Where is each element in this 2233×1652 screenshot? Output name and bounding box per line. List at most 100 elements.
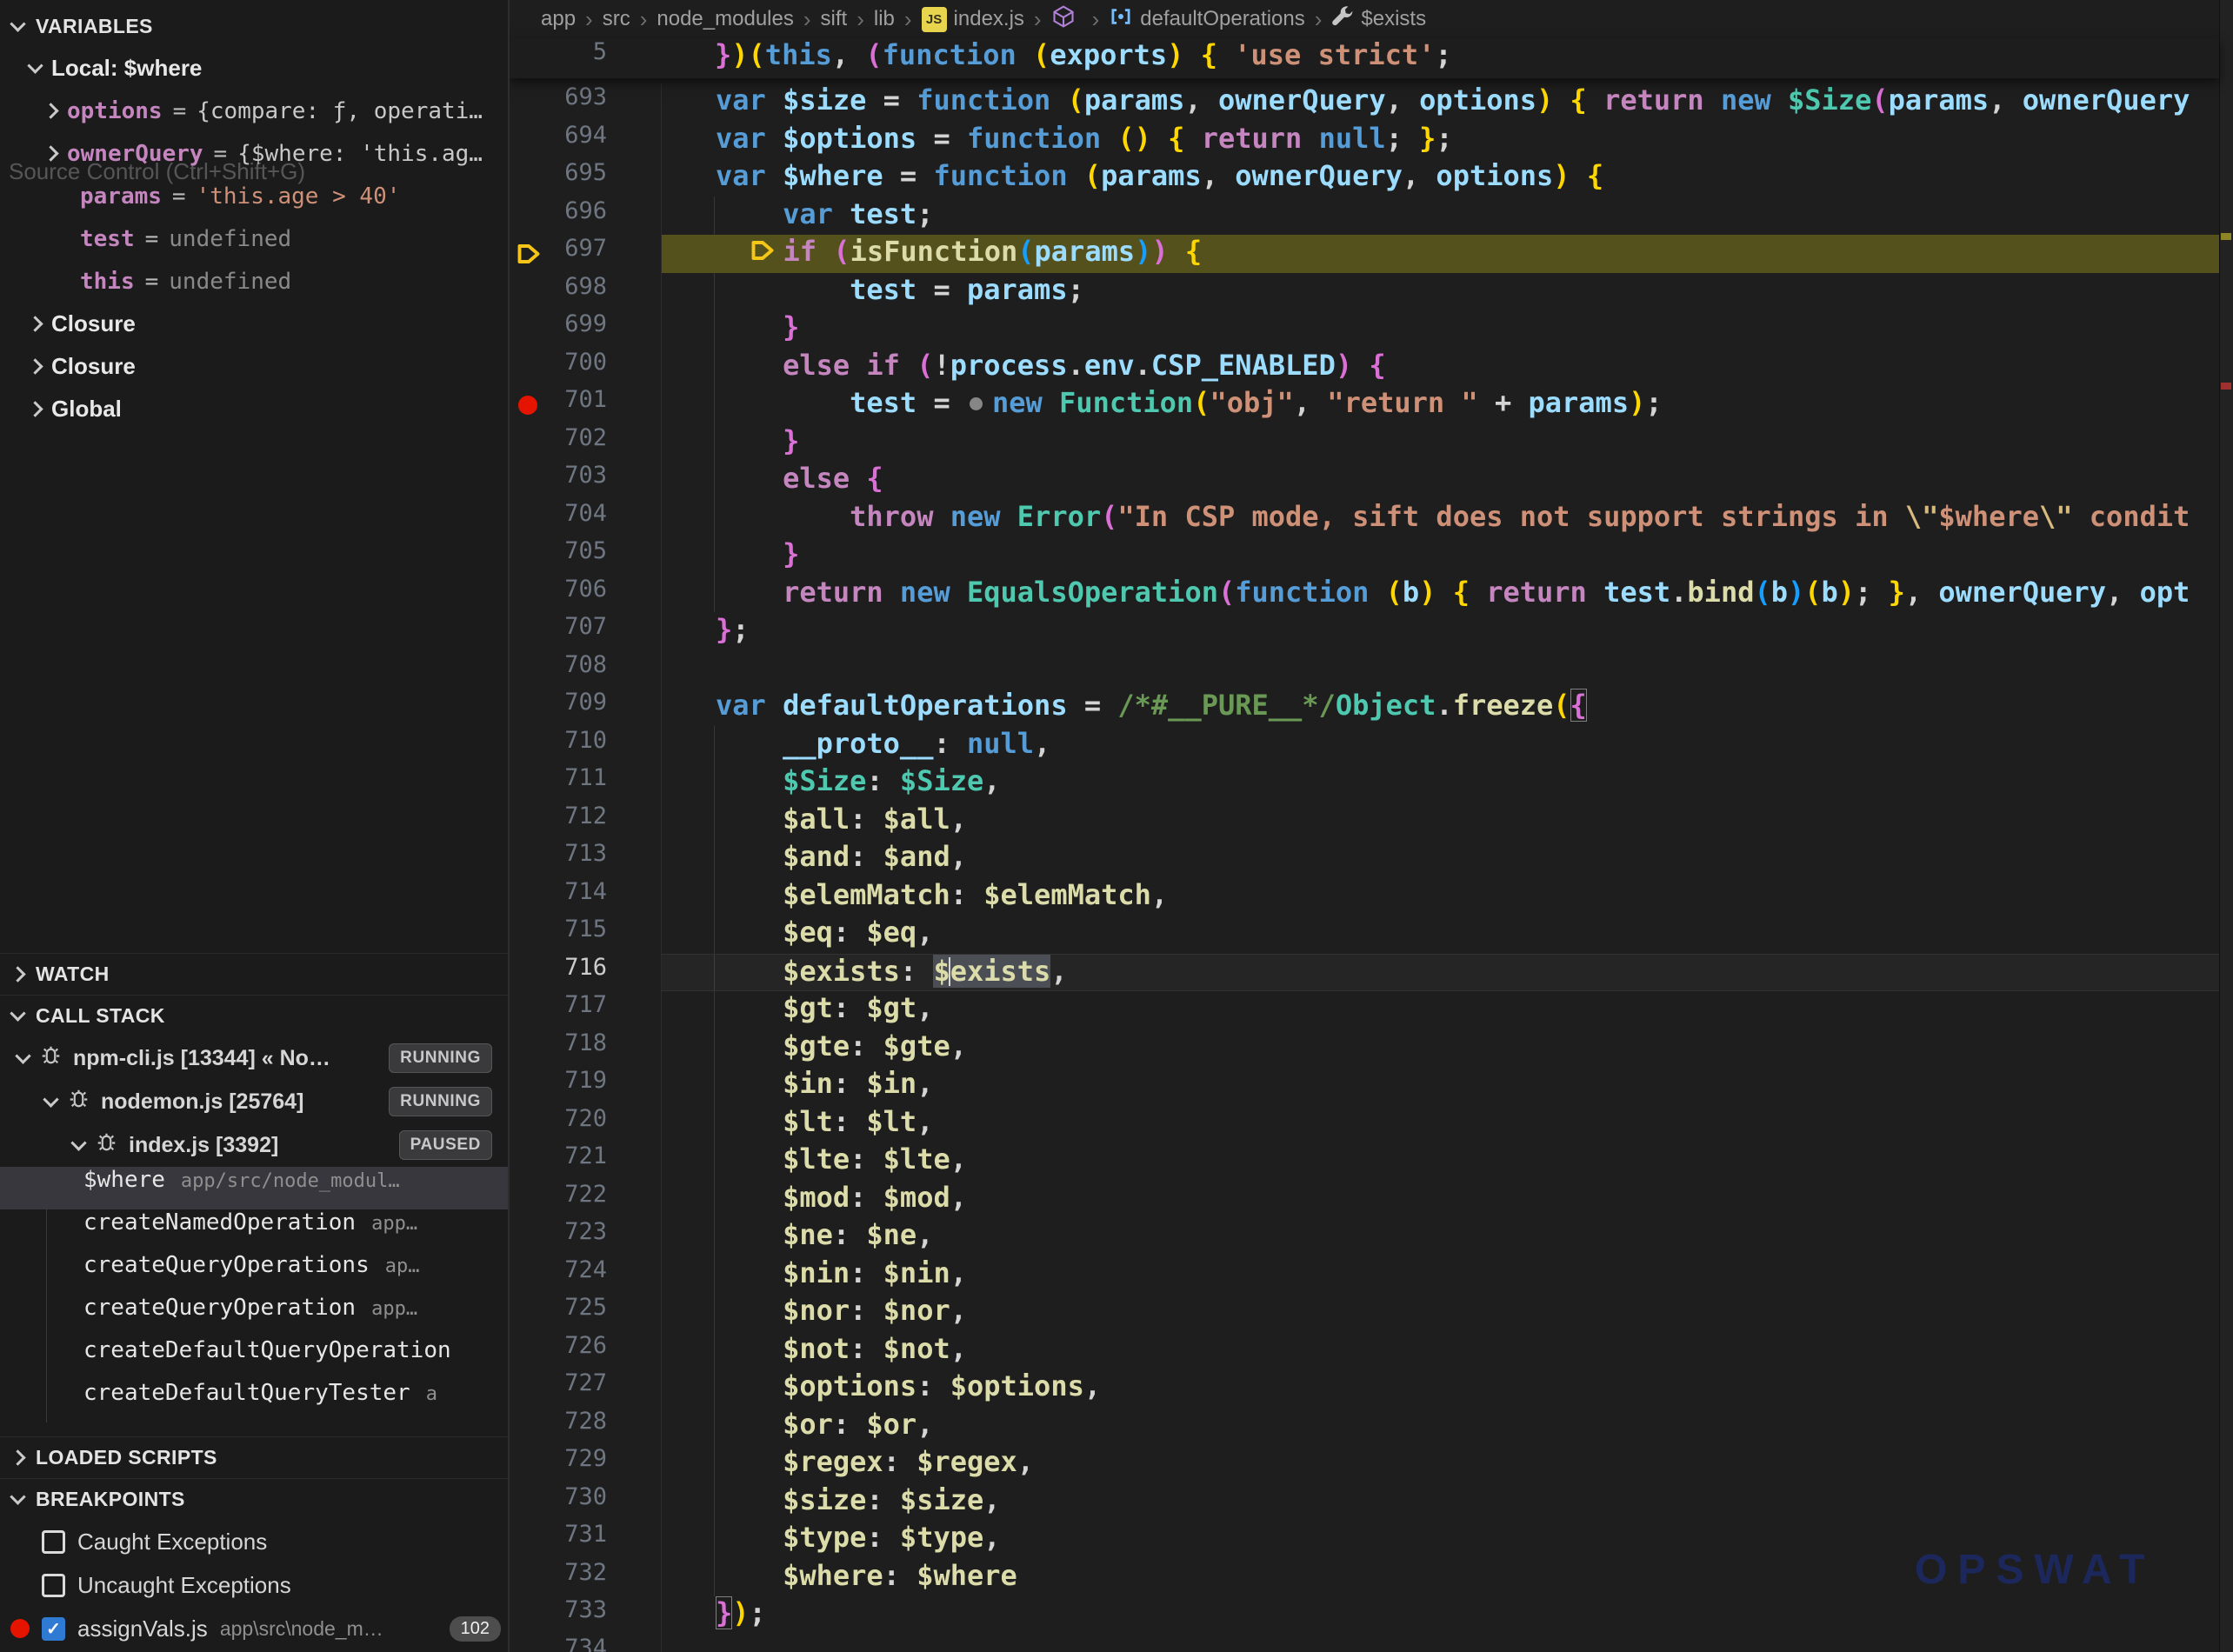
glyph-margin[interactable] [510,1294,551,1332]
code-line-711[interactable]: 711 $Size: $Size, [510,764,2219,803]
stack-frame-createQueryOperations[interactable]: createQueryOperationsap… [0,1252,508,1295]
code-line-695[interactable]: 695var $where = function (params, ownerQ… [510,159,2219,197]
breakpoint-row[interactable]: ✓assignVals.jsapp\src\node_m…102 [0,1607,508,1650]
variables-section-header[interactable]: VARIABLES [0,5,508,47]
code-line-710[interactable]: 710 __proto__: null, [510,727,2219,765]
code-line-717[interactable]: 717 $gt: $gt, [510,991,2219,1029]
glyph-margin[interactable] [510,424,551,463]
glyph-margin[interactable] [510,954,551,992]
code-line-733[interactable]: 733}); [510,1596,2219,1635]
code-line-693[interactable]: 693var $size = function (params, ownerQu… [510,83,2219,122]
code-line-696[interactable]: 696 var test; [510,197,2219,236]
glyph-margin[interactable] [510,1559,551,1597]
editor-scrollbar[interactable] [2219,0,2233,1652]
scope-row-closure[interactable]: Closure [0,303,508,345]
stack-frame-createDefaultQueryOperation[interactable]: createDefaultQueryOperation [0,1337,508,1380]
glyph-margin[interactable] [510,1029,551,1068]
glyph-margin[interactable] [510,689,551,727]
variable-row-params[interactable]: params='this.age > 40' [0,175,508,217]
code-line-712[interactable]: 712 $all: $all, [510,803,2219,841]
glyph-margin[interactable] [510,613,551,651]
code-line-725[interactable]: 725 $nor: $nor, [510,1294,2219,1332]
glyph-margin[interactable] [510,1181,551,1219]
debug-session-row[interactable]: index.js [3392]PAUSED [0,1123,508,1167]
glyph-margin[interactable] [510,1105,551,1143]
breadcrumb-item[interactable]: node_modules [657,7,793,31]
code-line-726[interactable]: 726 $not: $not, [510,1332,2219,1370]
code-line-708[interactable]: 708 [510,651,2219,689]
code-line-694[interactable]: 694var $options = function () { return n… [510,122,2219,160]
glyph-margin[interactable] [510,803,551,841]
glyph-margin[interactable] [510,197,551,236]
breadcrumb-item[interactable]: JSindex.js [922,7,1024,32]
code-line-722[interactable]: 722 $mod: $mod, [510,1181,2219,1219]
glyph-margin[interactable] [510,764,551,803]
code-line-700[interactable]: 700 else if (!process.env.CSP_ENABLED) { [510,349,2219,387]
glyph-margin[interactable] [510,1521,551,1559]
stack-frame-createNamedOperation[interactable]: createNamedOperationapp… [0,1209,508,1252]
code-line-715[interactable]: 715 $eq: $eq, [510,916,2219,954]
glyph-margin[interactable] [510,878,551,916]
glyph-margin[interactable] [510,159,551,197]
glyph-margin[interactable] [510,349,551,387]
glyph-margin[interactable] [510,1635,551,1652]
glyph-margin[interactable] [510,991,551,1029]
glyph-margin[interactable] [510,122,551,160]
call-stack-section-header[interactable]: CALL STACK [0,995,508,1036]
breakpoints-section-header[interactable]: BREAKPOINTS [0,1478,508,1520]
code-line-713[interactable]: 713 $and: $and, [510,840,2219,878]
code-line-707[interactable]: 707}; [510,613,2219,651]
scope-local-row[interactable]: Local: $where [0,47,508,90]
breadcrumb-item[interactable]: lib [874,7,895,31]
code-line-719[interactable]: 719 $in: $in, [510,1067,2219,1105]
breadcrumb-item[interactable]: defaultOperations [1109,4,1304,35]
breakpoint-dot-icon[interactable] [518,396,537,415]
breadcrumb-item[interactable]: sift [821,7,848,31]
stack-frame-createQueryOperation[interactable]: createQueryOperationapp… [0,1295,508,1337]
code-line-718[interactable]: 718 $gte: $gte, [510,1029,2219,1068]
code-line-730[interactable]: 730 $size: $size, [510,1483,2219,1522]
glyph-margin[interactable] [510,576,551,614]
watch-section-header[interactable]: WATCH [0,953,508,995]
glyph-margin[interactable] [510,273,551,311]
breakpoint-row[interactable]: Uncaught Exceptions [0,1563,508,1607]
glyph-margin[interactable] [510,840,551,878]
code-area[interactable]: 693var $size = function (params, ownerQu… [510,78,2219,1652]
code-line-734[interactable]: 734 [510,1635,2219,1652]
code-line-697[interactable]: 697 if (isFunction(params)) { [510,235,2219,273]
glyph-margin[interactable] [510,916,551,954]
glyph-margin[interactable] [510,1332,551,1370]
code-line-729[interactable]: 729 $regex: $regex, [510,1445,2219,1483]
variable-row-ownerQuery[interactable]: ownerQuery={$where: 'this.ag… [0,132,508,175]
breadcrumb-item[interactable]: $exists [1331,5,1426,34]
variable-row-test[interactable]: test=undefined [0,217,508,260]
code-line-724[interactable]: 724 $nin: $nin, [510,1256,2219,1295]
code-line-709[interactable]: 709var defaultOperations = /*#__PURE__*/… [510,689,2219,727]
glyph-margin[interactable] [510,1218,551,1256]
stack-frame-createDefaultQueryTester[interactable]: createDefaultQueryTestera [0,1380,508,1422]
variable-row-options[interactable]: options={compare: ƒ, operati… [0,90,508,132]
code-line-721[interactable]: 721 $lte: $lte, [510,1142,2219,1181]
scope-row-closure[interactable]: Closure [0,345,508,388]
code-line-706[interactable]: 706 return new EqualsOperation(function … [510,576,2219,614]
breakpoint-checkbox[interactable]: ✓ [42,1617,65,1641]
scope-row-global[interactable]: Global [0,388,508,430]
breakpoint-checkbox[interactable] [42,1574,65,1597]
code-line-714[interactable]: 714 $elemMatch: $elemMatch, [510,878,2219,916]
glyph-margin[interactable] [510,1483,551,1522]
code-line-698[interactable]: 698 test = params; [510,273,2219,311]
glyph-margin[interactable] [510,500,551,538]
breadcrumb-item[interactable]: app [541,7,576,31]
glyph-margin[interactable] [510,462,551,500]
debug-session-row[interactable]: nodemon.js [25764]RUNNING [0,1080,508,1123]
breadcrumb-item[interactable]: src [603,7,630,31]
glyph-margin[interactable] [510,1445,551,1483]
code-line-699[interactable]: 699 } [510,310,2219,349]
glyph-margin[interactable] [510,310,551,349]
code-line-728[interactable]: 728 $or: $or, [510,1408,2219,1446]
loaded-scripts-section-header[interactable]: LOADED SCRIPTS [0,1436,508,1478]
glyph-margin[interactable] [510,1596,551,1635]
glyph-margin[interactable] [510,1142,551,1181]
glyph-margin[interactable] [510,235,551,273]
code-line-723[interactable]: 723 $ne: $ne, [510,1218,2219,1256]
